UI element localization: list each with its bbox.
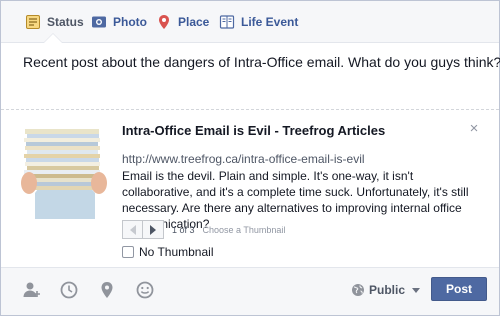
chevron-left-icon — [129, 224, 136, 235]
photo-icon — [92, 16, 106, 27]
divider — [1, 109, 499, 110]
remove-link-close-icon[interactable]: × — [467, 121, 481, 136]
tab-photo[interactable]: Photo — [91, 1, 147, 42]
tab-status-label: Status — [47, 14, 84, 29]
no-thumbnail-label[interactable]: No Thumbnail — [139, 245, 213, 259]
stack-of-papers-image — [17, 123, 111, 219]
link-title[interactable]: Intra-Office Email is Evil - Treefrog Ar… — [122, 123, 442, 139]
next-thumbnail-button[interactable] — [143, 220, 164, 239]
no-thumbnail-option: No Thumbnail — [122, 245, 213, 259]
place-icon — [159, 14, 169, 29]
tab-place-label: Place — [178, 14, 210, 29]
status-text-value: Recent post about the dangers of Intra-O… — [23, 54, 500, 70]
tab-life-event[interactable]: Life Event — [219, 1, 298, 42]
audience-label: Public — [369, 283, 406, 297]
active-tab-pointer — [44, 34, 62, 43]
clock-icon[interactable] — [59, 280, 79, 300]
audience-selector[interactable]: Public — [351, 280, 421, 300]
link-thumbnail — [17, 123, 111, 219]
status-composer: Status Photo Place Life Event Recent pos… — [0, 0, 500, 316]
chevron-right-icon — [150, 224, 156, 235]
tab-place[interactable]: Place — [156, 1, 209, 42]
composer-tabs: Status Photo Place Life Event — [1, 1, 499, 43]
composer-footer: Public Post — [1, 267, 499, 315]
location-pin-icon[interactable] — [97, 280, 117, 300]
globe-icon — [352, 284, 364, 296]
life-event-icon — [219, 14, 235, 29]
link-url: http://www.treefrog.ca/intra-office-emai… — [122, 152, 365, 166]
chevron-down-icon — [412, 287, 421, 293]
smiley-icon[interactable] — [135, 280, 155, 300]
choose-thumbnail-label: Choose a Thumbnail — [202, 224, 286, 235]
status-input[interactable]: Recent post about the dangers of Intra-O… — [23, 53, 500, 71]
tag-people-icon[interactable] — [22, 280, 42, 300]
post-button[interactable]: Post — [431, 277, 487, 301]
tab-life-event-label: Life Event — [241, 14, 299, 29]
status-icon — [26, 14, 40, 29]
no-thumbnail-checkbox[interactable] — [122, 246, 134, 258]
tab-photo-label: Photo — [113, 14, 147, 29]
thumbnail-count: 1 of 3 — [172, 224, 195, 235]
prev-thumbnail-button[interactable] — [122, 220, 143, 239]
thumbnail-pager: 1 of 3 Choose a Thumbnail — [122, 220, 285, 239]
